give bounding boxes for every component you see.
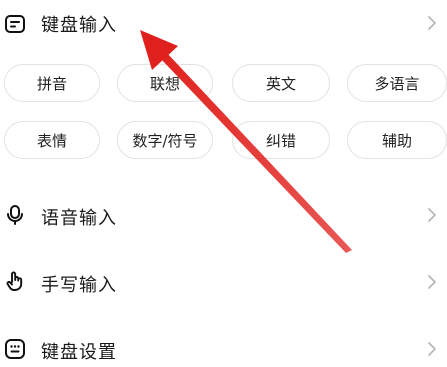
handwriting-input-row[interactable]: 手写输入 [0, 264, 447, 300]
chevron-right-icon [428, 275, 436, 289]
voice-input-row[interactable]: 语音输入 [0, 197, 447, 233]
chip-pinyin[interactable]: 拼音 [4, 64, 100, 102]
chevron-right-icon [428, 342, 436, 356]
chip-association[interactable]: 联想 [117, 64, 213, 102]
keyboard-settings-icon [5, 339, 25, 359]
keyboard-options-chips: 拼音 联想 英文 多语言 表情 数字/符号 纠错 辅助 [0, 0, 447, 367]
hand-pointer-icon [6, 271, 23, 291]
chip-numbers-symbols[interactable]: 数字/符号 [117, 121, 213, 159]
keyboard-settings-row[interactable]: 键盘设置 [0, 331, 447, 367]
keyboard-input-label: 键盘输入 [41, 15, 117, 36]
chip-emoji[interactable]: 表情 [4, 121, 100, 159]
annotation-arrow-icon [140, 30, 352, 253]
chevron-right-icon [428, 16, 436, 30]
chip-multilang[interactable]: 多语言 [347, 64, 447, 102]
keyboard-settings-label: 键盘设置 [41, 342, 117, 363]
keyboard-input-icon [5, 15, 25, 33]
handwriting-input-label: 手写输入 [41, 275, 117, 296]
voice-input-label: 语音输入 [41, 208, 117, 229]
keyboard-input-row[interactable]: 键盘输入 [0, 5, 447, 41]
chip-assist[interactable]: 辅助 [347, 121, 447, 159]
chip-english[interactable]: 英文 [232, 64, 330, 102]
chevron-right-icon [428, 208, 436, 222]
chip-correction[interactable]: 纠错 [232, 121, 330, 159]
microphone-icon [7, 205, 23, 225]
